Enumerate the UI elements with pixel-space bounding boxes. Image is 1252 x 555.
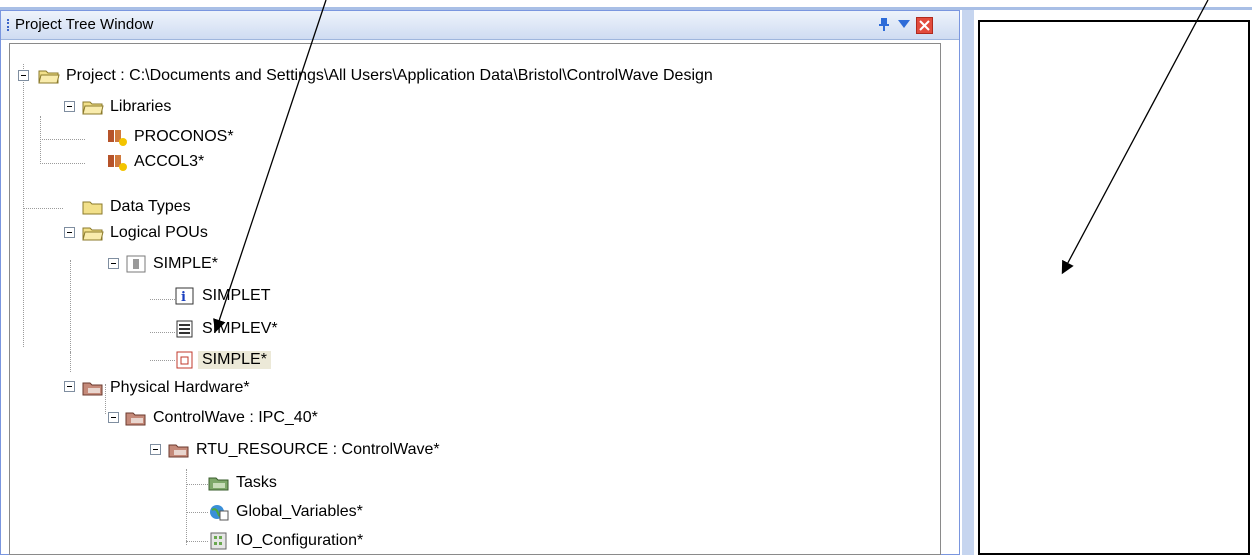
tree-connector: [40, 139, 85, 140]
tree-item-data-types[interactable]: Data Types: [82, 195, 191, 219]
tree-connector: [150, 299, 175, 300]
tree-item-simplev[interactable]: SIMPLEV*: [174, 317, 278, 341]
tree-item-logical-pous[interactable]: Logical POUs: [82, 221, 208, 245]
io-config-icon: [210, 532, 227, 550]
library-book-icon: [108, 155, 127, 171]
tree-item-proconos[interactable]: PROCONOS*: [106, 125, 234, 149]
tree-item-project[interactable]: Project : C:\Documents and Settings\All …: [38, 64, 713, 88]
tree-connector: [150, 332, 175, 333]
window-titlebar[interactable]: Project Tree Window: [1, 11, 959, 40]
variables-sheet-icon: [176, 320, 193, 338]
hardware-folder-icon: [125, 412, 146, 426]
collapse-toggle[interactable]: [108, 412, 119, 423]
tree-item-io-configuration[interactable]: IO_Configuration*: [208, 529, 363, 553]
tree-item-controlwave[interactable]: ControlWave : IPC_40*: [125, 406, 318, 430]
tree-item-label: Project : C:\Documents and Settings\All …: [66, 67, 713, 84]
tree-item-label: Tasks: [236, 474, 277, 491]
program-icon: [126, 255, 146, 273]
tree-item-accol3[interactable]: ACCOL3*: [106, 150, 204, 174]
editor-pane[interactable]: [978, 20, 1250, 555]
collapse-toggle[interactable]: [64, 101, 75, 112]
chevron-down-icon[interactable]: [896, 16, 912, 32]
tree-connector: [150, 360, 175, 361]
tree-item-label: SIMPLE*: [198, 351, 271, 369]
tree-item-label: Physical Hardware*: [110, 379, 250, 396]
tree-item-label: SIMPLEV*: [202, 320, 278, 337]
tasks-folder-icon: [208, 477, 229, 491]
library-book-icon: [108, 130, 127, 146]
tree-item-label: SIMPLE*: [153, 255, 218, 272]
splitter[interactable]: [962, 10, 974, 555]
top-band: [0, 0, 1252, 10]
tree-connector: [70, 260, 71, 360]
tree-item-label: PROCONOS*: [134, 128, 234, 145]
tree-connector: [70, 352, 71, 372]
collapse-toggle[interactable]: [150, 444, 161, 455]
collapse-toggle[interactable]: [64, 227, 75, 238]
collapse-toggle[interactable]: [64, 381, 75, 392]
tree-item-label: ControlWave : IPC_40*: [153, 409, 318, 426]
tree-connector: [186, 512, 208, 513]
tree-item-label: RTU_RESOURCE : ControlWave*: [196, 441, 440, 458]
close-icon[interactable]: [916, 17, 933, 34]
tree-connector: [186, 541, 208, 542]
tree-item-label: Libraries: [110, 98, 172, 115]
tree-item-libraries[interactable]: Libraries: [82, 95, 171, 119]
folder-open-icon: [82, 227, 104, 241]
folder-icon: [82, 201, 103, 215]
folder-open-icon: [38, 70, 60, 84]
tree-connector: [186, 469, 187, 545]
globe-sheet-icon: [210, 505, 229, 521]
tree-connector: [186, 484, 208, 485]
hardware-folder-icon: [82, 382, 103, 396]
tree-connector: [23, 64, 24, 347]
tree-item-label: IO_Configuration*: [236, 532, 364, 549]
tree-connector: [40, 116, 41, 164]
collapse-toggle[interactable]: [18, 70, 29, 81]
hardware-folder-icon: [168, 444, 189, 458]
tree-item-simplet[interactable]: i SIMPLET: [174, 284, 270, 308]
tree-item-simple-code[interactable]: SIMPLE*: [174, 348, 271, 372]
pin-icon[interactable]: [876, 16, 892, 32]
tree-connector: [23, 208, 63, 209]
tree-item-tasks[interactable]: Tasks: [208, 471, 277, 495]
window-title: Project Tree Window: [15, 16, 154, 33]
drag-grip-icon[interactable]: [7, 19, 12, 31]
tree-item-label: Global_Variables*: [236, 503, 363, 520]
project-tree[interactable]: Project : C:\Documents and Settings\All …: [9, 43, 941, 555]
folder-open-icon: [82, 101, 104, 115]
tree-item-label: Data Types: [110, 198, 191, 215]
tree-item-label: Logical POUs: [110, 224, 208, 241]
tree-item-label: SIMPLET: [202, 287, 271, 304]
tree-item-global-variables[interactable]: Global_Variables*: [208, 500, 363, 524]
tree-item-label: ACCOL3*: [134, 153, 205, 170]
project-tree-window: Project Tree Window Project: C:\Documen…: [0, 10, 960, 555]
collapse-toggle[interactable]: [108, 258, 119, 269]
tree-connector: [40, 163, 85, 164]
svg-text:i: i: [181, 290, 186, 305]
tree-item-rtu-resource[interactable]: RTU_RESOURCE : ControlWave*: [168, 438, 440, 462]
tree-item-physical-hardware[interactable]: Physical Hardware*: [82, 376, 250, 400]
info-icon: i: [175, 287, 194, 305]
code-worksheet-icon: [176, 351, 193, 369]
tree-item-simple-pou[interactable]: SIMPLE*: [125, 252, 218, 276]
